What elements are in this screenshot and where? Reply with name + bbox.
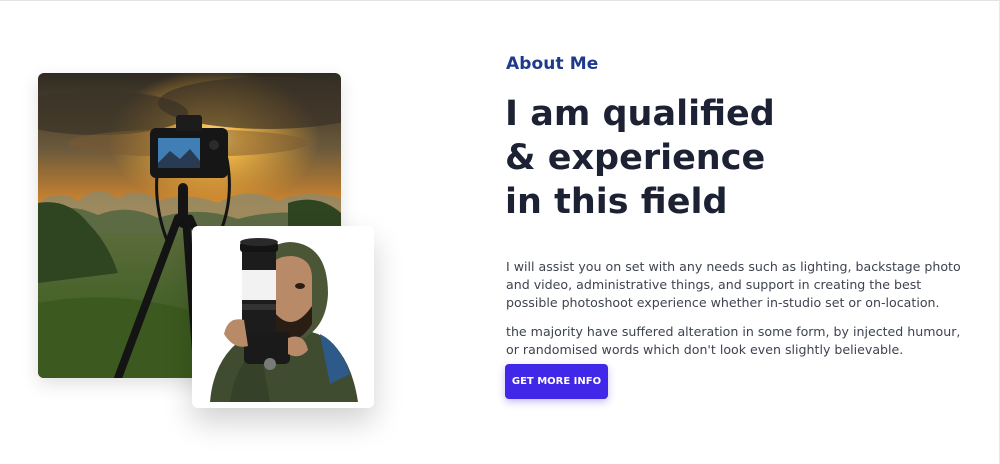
photographer-photo-card	[192, 226, 374, 408]
photographer-photo	[200, 234, 366, 402]
section-headline: I am qualified & experience in this fiel…	[505, 92, 905, 224]
headline-line-2: & experience	[505, 138, 766, 178]
headline-line-3: in this field	[505, 182, 728, 222]
section-eyebrow: About Me	[506, 54, 599, 74]
about-paragraph-1: I will assist you on set with any needs …	[506, 259, 961, 310]
about-paragraph-2: the majority have suffered alteration in…	[506, 324, 961, 357]
headline-line-1: I am qualified	[505, 94, 775, 134]
get-more-info-button[interactable]: GET MORE INFO	[505, 364, 608, 399]
top-border	[0, 0, 1000, 1]
